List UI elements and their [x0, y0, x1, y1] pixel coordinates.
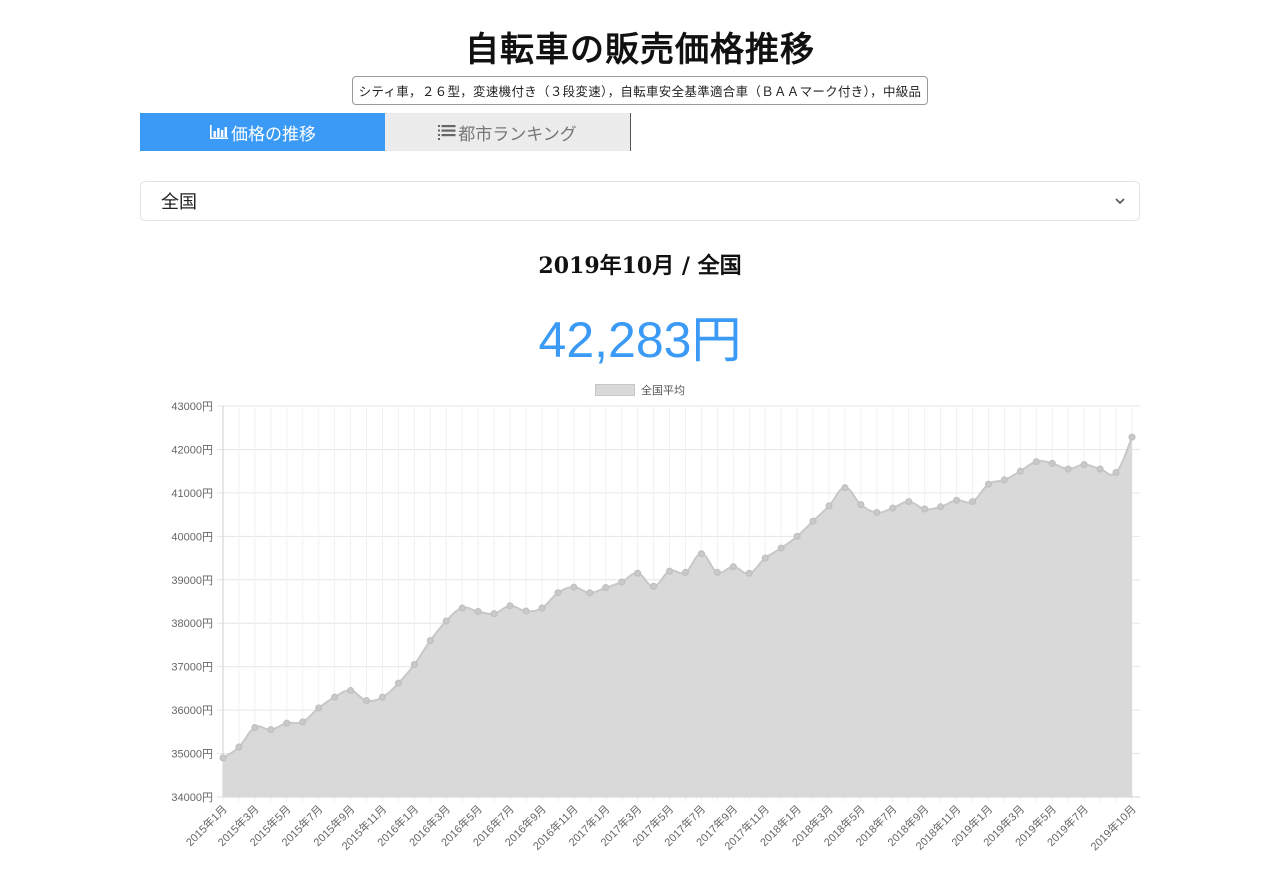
- region-select-value: 全国: [161, 192, 197, 212]
- chart-canvas: 34000円 35000円 36000円 37000円 38000円 39000円 4000…: [171, 401, 1140, 853]
- data-point: [522, 607, 530, 615]
- data-point: [331, 693, 339, 701]
- data-point: [363, 697, 371, 705]
- y-tick-label: 39000円: [171, 575, 213, 587]
- data-point: [745, 569, 753, 577]
- data-point: [554, 589, 562, 597]
- data-point: [442, 617, 450, 625]
- data-point: [426, 637, 434, 645]
- data-point: [490, 610, 498, 618]
- data-point: [458, 604, 466, 612]
- data-point: [251, 723, 259, 731]
- legend-swatch: [595, 384, 635, 396]
- data-point: [1064, 465, 1072, 473]
- data-point: [873, 508, 881, 516]
- tab-city-ranking[interactable]: 都市ランキング: [385, 113, 631, 151]
- data-point: [937, 503, 945, 511]
- data-point: [394, 679, 402, 687]
- data-point: [777, 544, 785, 552]
- series-area: [223, 437, 1132, 797]
- data-point: [825, 502, 833, 510]
- data-point: [634, 569, 642, 577]
- tab-price-trend-label: 価格の推移: [231, 124, 316, 145]
- data-point: [586, 589, 594, 597]
- data-point: [410, 660, 418, 668]
- data-point: [299, 718, 307, 726]
- data-point: [570, 583, 578, 591]
- period-region-heading: 2019年10月 / 全国: [538, 253, 742, 279]
- data-point: [1080, 461, 1088, 469]
- data-point: [697, 550, 705, 558]
- tab-price-trend[interactable]: 価格の推移: [140, 113, 385, 151]
- data-point: [347, 687, 355, 695]
- data-point: [650, 582, 658, 590]
- data-point: [793, 532, 801, 540]
- data-point: [1048, 459, 1056, 467]
- data-point: [618, 578, 626, 586]
- data-point: [729, 563, 737, 571]
- y-tick-label: 35000円: [171, 749, 213, 761]
- data-point: [378, 693, 386, 701]
- data-point: [1128, 433, 1136, 441]
- page-title: 自転車の販売価格推移: [465, 30, 815, 70]
- region-select[interactable]: 全国: [140, 181, 1140, 221]
- data-point: [235, 743, 243, 751]
- data-point: [506, 602, 514, 610]
- data-point: [315, 704, 323, 712]
- price-chart: 全国平均 34000円 35000円 36000円 37000円 38000円 39000…: [140, 375, 1140, 881]
- y-tick-label: 37000円: [171, 662, 213, 674]
- y-tick-label: 43000円: [171, 401, 213, 413]
- tab-city-ranking-label: 都市ランキング: [458, 124, 577, 145]
- legend-label: 全国平均: [641, 385, 685, 397]
- y-tick-label: 40000円: [171, 531, 213, 543]
- current-price: 42,283円: [538, 312, 742, 368]
- data-point: [267, 726, 275, 734]
- y-tick-label: 41000円: [171, 488, 213, 500]
- y-tick-label: 36000円: [171, 705, 213, 717]
- data-point: [984, 480, 992, 488]
- y-tick-label: 34000円: [171, 792, 213, 804]
- view-tabs: 価格の推移 都市ランキング: [140, 113, 631, 151]
- data-point: [602, 584, 610, 592]
- data-point: [666, 567, 674, 575]
- data-point: [283, 719, 291, 727]
- data-point: [857, 501, 865, 509]
- data-point: [905, 498, 913, 506]
- data-point: [889, 504, 897, 512]
- data-point: [474, 607, 482, 615]
- y-tick-label: 42000円: [171, 444, 213, 456]
- data-point: [681, 568, 689, 576]
- list-icon: [438, 124, 456, 140]
- chart-legend[interactable]: 全国平均: [140, 382, 1140, 398]
- data-point: [713, 568, 721, 576]
- x-tick-label: 2019年10月: [1087, 802, 1138, 853]
- data-point: [761, 554, 769, 562]
- chevron-down-icon: [1115, 198, 1125, 205]
- data-point: [538, 604, 546, 612]
- data-point: [1016, 467, 1024, 475]
- product-spec-label: シティ車，２６型，変速機付き（３段変速），自転車安全基準適合車（ＢＡＡマーク付き…: [351, 76, 929, 105]
- data-point: [219, 754, 227, 762]
- data-point: [969, 498, 977, 506]
- data-point: [1112, 468, 1120, 476]
- data-point: [809, 517, 817, 525]
- data-point: [1096, 465, 1104, 473]
- data-point: [953, 496, 961, 504]
- data-point: [1000, 476, 1008, 484]
- data-point: [921, 505, 929, 513]
- y-tick-label: 38000円: [171, 618, 213, 630]
- data-point: [841, 484, 849, 492]
- data-point: [1032, 458, 1040, 466]
- bar-chart-icon: [209, 124, 229, 140]
